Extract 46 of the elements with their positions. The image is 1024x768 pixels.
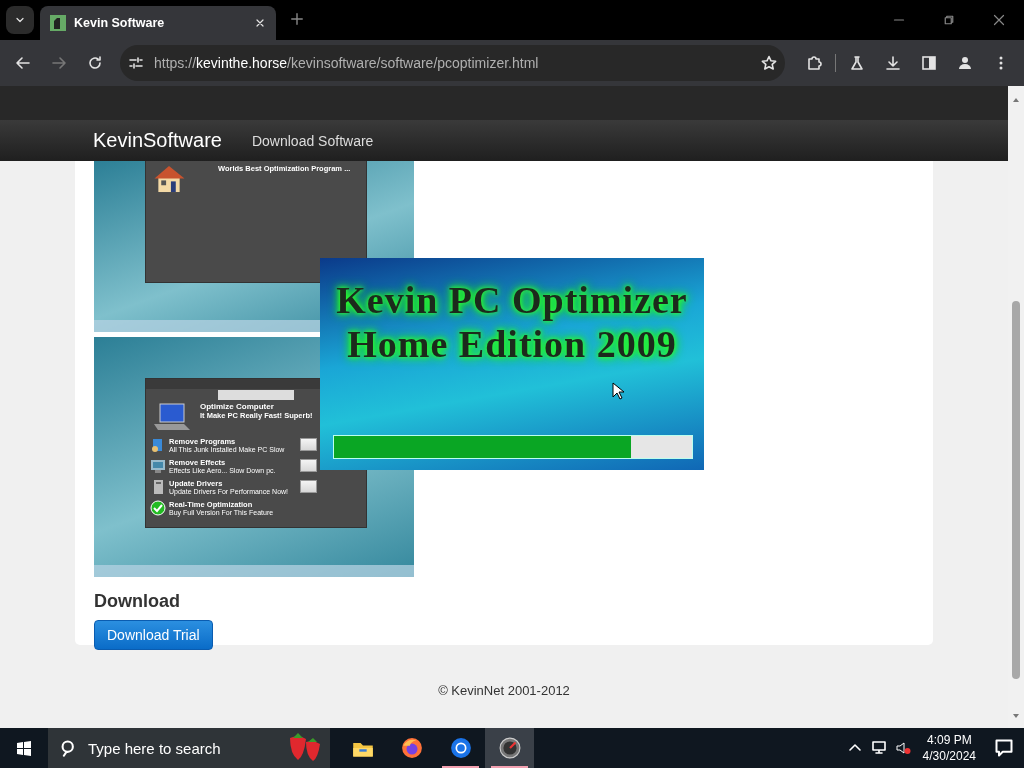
person-icon — [957, 55, 973, 71]
site-brand[interactable]: KevinSoftware — [93, 129, 222, 152]
download-icon — [885, 55, 901, 71]
close-icon — [993, 14, 1005, 26]
windows-logo-icon — [16, 740, 32, 756]
plus-icon — [290, 12, 304, 26]
star-icon — [761, 55, 777, 71]
splash-title: Kevin PC Optimizer — [336, 278, 688, 322]
muted-speaker-icon — [894, 740, 911, 756]
nav-link[interactable]: Download Software — [251, 132, 374, 149]
gauge-icon — [498, 737, 521, 759]
scrollbar[interactable] — [1008, 86, 1024, 728]
reload-icon — [87, 55, 103, 71]
app-heading: Optimize Computer — [200, 402, 275, 411]
side-panel-icon — [921, 55, 937, 71]
search-placeholder: Type here to search — [88, 739, 221, 757]
download-trial-button[interactable]: Download Trial — [94, 620, 213, 650]
footer-copyright: © KevinNet 2001-2012 — [437, 683, 571, 698]
site-settings-icon — [128, 55, 144, 71]
mouse-pointer-icon — [612, 382, 625, 401]
circle-logo-icon — [449, 737, 472, 759]
restore-icon — [943, 14, 955, 26]
clock-date: 4/30/2024 — [922, 749, 976, 763]
taskbar-search-field[interactable]: Type here to search — [48, 728, 330, 768]
notification-icon — [994, 738, 1014, 758]
download-heading: Download — [94, 591, 181, 612]
puzzle-icon — [806, 55, 822, 71]
forward-arrow-icon — [51, 55, 67, 71]
tab-title: Kevin Software — [74, 16, 166, 30]
scroll-thumb[interactable] — [1012, 301, 1020, 679]
scroll-down-icon — [1012, 712, 1020, 720]
clock-time: 4:09 PM — [926, 733, 972, 747]
address-bar[interactable]: https://kevinthe.horse/kevinsoftware/software/pcoptimizer.html — [120, 45, 785, 81]
network-icon — [870, 740, 887, 756]
check-circle-icon — [150, 499, 166, 516]
browser-tab[interactable]: Kevin Software — [40, 6, 276, 40]
fox-globe-icon — [400, 737, 423, 759]
taskbar-app[interactable] — [485, 728, 534, 768]
flask-icon — [849, 55, 865, 71]
close-icon — [254, 17, 266, 29]
laptop-icon — [152, 402, 192, 432]
taskbar-clock[interactable]: 4:09 PM 4/30/2024 — [922, 733, 976, 763]
splash-title: Home Edition 2009 — [347, 322, 677, 366]
monitor-icon — [150, 457, 166, 474]
scroll-up-icon — [1012, 96, 1020, 104]
back-arrow-icon — [15, 55, 31, 71]
